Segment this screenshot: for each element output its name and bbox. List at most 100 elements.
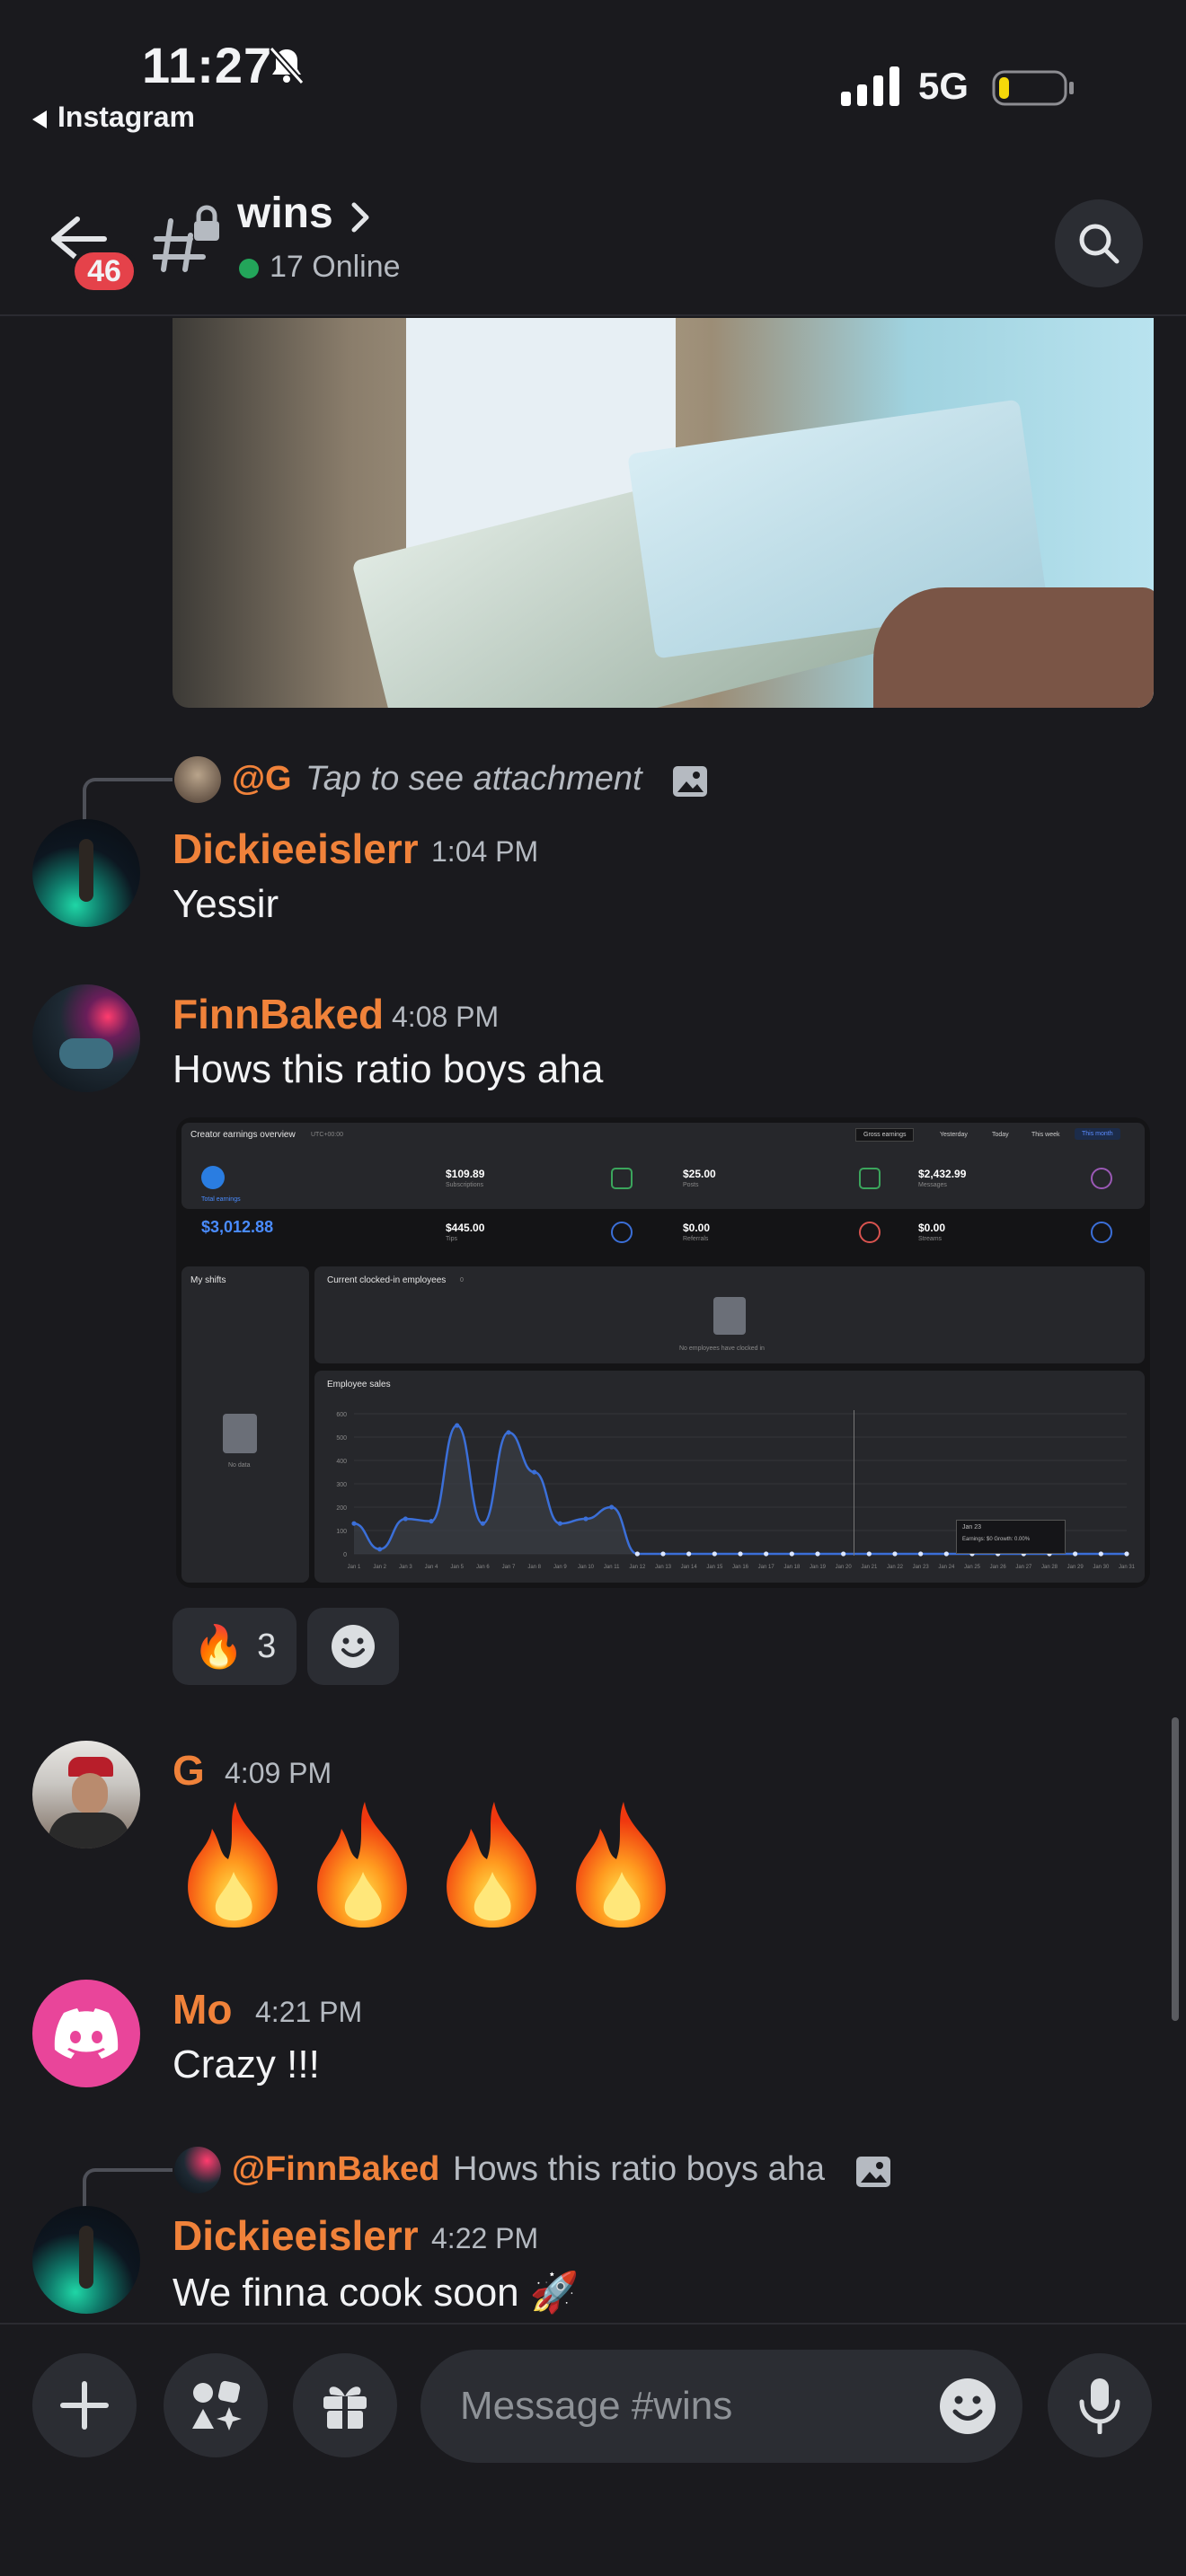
sales-point <box>841 1551 846 1557</box>
message-timestamp: 4:09 PM <box>225 1757 332 1789</box>
sales-point <box>532 1469 537 1475</box>
no-data-text: No data <box>228 1462 251 1469</box>
y-tick-label: 0 <box>343 1552 347 1558</box>
y-tick-label: 400 <box>336 1459 347 1465</box>
reply-preview[interactable]: Tap to see attachment <box>305 760 642 798</box>
avatar[interactable] <box>32 1741 140 1848</box>
clocked-in-count: 0 <box>460 1277 464 1284</box>
sales-point <box>789 1551 794 1557</box>
sales-point <box>506 1430 511 1435</box>
chart-tooltip: Jan 23 Earnings: $0 Growth: 0.00% <box>956 1520 1066 1554</box>
streams-icon <box>1091 1222 1112 1243</box>
x-tick-label: Jan 20 <box>836 1565 853 1570</box>
message-author[interactable]: FinnBaked <box>173 990 384 1038</box>
x-tick-label: Jan 28 <box>1041 1565 1058 1570</box>
x-tick-label: Jan 6 <box>476 1565 490 1570</box>
gift-button[interactable] <box>293 2353 397 2457</box>
x-tick-label: Jan 16 <box>732 1565 749 1570</box>
clocked-in-title: Current clocked-in employees <box>327 1275 447 1285</box>
reply-connector <box>83 778 173 821</box>
stat-label: Posts <box>683 1182 699 1188</box>
voice-message-button[interactable] <box>1048 2353 1152 2457</box>
y-tick-label: 100 <box>336 1529 347 1535</box>
referrals-icon <box>859 1222 881 1243</box>
back-app-label: Instagram <box>58 101 195 133</box>
x-tick-label: Jan 12 <box>629 1565 646 1570</box>
message-author[interactable]: Mo <box>173 1985 232 2033</box>
fire-reaction[interactable]: 🔥 3 <box>173 1608 296 1685</box>
sales-point <box>918 1551 924 1557</box>
x-tick-label: Jan 19 <box>810 1565 827 1570</box>
avatar[interactable] <box>32 1980 140 2087</box>
x-tick-label: Jan 2 <box>373 1565 386 1570</box>
reply-author[interactable]: @G <box>232 760 292 798</box>
emoji-picker-icon[interactable] <box>938 2377 997 2436</box>
x-tick-label: Jan 24 <box>938 1565 955 1570</box>
gift-icon <box>323 2386 367 2429</box>
sales-point <box>351 1521 357 1526</box>
message-author[interactable]: Dickieeislerr <box>173 2211 419 2260</box>
tooltip-date: Jan 23 <box>962 1524 982 1531</box>
stat-label: Streams <box>918 1236 943 1242</box>
microphone-icon <box>1079 2378 1120 2434</box>
reply-preview[interactable]: Hows this ratio boys aha <box>453 2150 825 2189</box>
my-shifts-title: My shifts <box>190 1275 226 1285</box>
dashboard-screenshot-attachment[interactable]: Creator earnings overview UTC+00:00 Gros… <box>176 1117 1150 1588</box>
x-tick-label: Jan 10 <box>578 1565 595 1570</box>
search-button[interactable] <box>1055 199 1143 287</box>
x-tick-label: Jan 15 <box>706 1565 723 1570</box>
posts-icon <box>859 1168 881 1189</box>
x-tick-label: Jan 7 <box>502 1565 516 1570</box>
reply-author[interactable]: @FinnBaked <box>232 2150 439 2189</box>
empty-document-icon <box>223 1414 257 1453</box>
online-count: 17 Online <box>270 250 401 284</box>
x-tick-label: Jan 31 <box>1119 1565 1136 1570</box>
dashboard-timezone: UTC+00:00 <box>311 1132 343 1138</box>
x-tick-label: Jan 23 <box>913 1565 930 1570</box>
apps-button[interactable] <box>164 2353 268 2457</box>
x-tick-label: Jan 25 <box>964 1565 981 1570</box>
x-tick-label: Jan 17 <box>758 1565 775 1570</box>
sales-point <box>1124 1551 1129 1557</box>
x-tick-label: Jan 29 <box>1067 1565 1084 1570</box>
chat-scrollbar[interactable] <box>1172 1717 1179 2021</box>
message-timestamp: 4:22 PM <box>431 2222 539 2254</box>
message-text: We finna cook soon 🚀 <box>173 2271 580 2315</box>
chevron-right-icon[interactable] <box>349 199 372 235</box>
stat-value: $25.00 <box>683 1168 716 1180</box>
attach-button[interactable] <box>32 2353 137 2457</box>
x-tick-label: Jan 30 <box>1093 1565 1110 1570</box>
image-icon <box>856 2157 890 2187</box>
x-tick-label: Jan 9 <box>553 1565 567 1570</box>
stat-value: $445.00 <box>446 1222 485 1234</box>
image-hand <box>873 587 1154 708</box>
sales-point <box>1073 1551 1078 1557</box>
unread-badge: 46 <box>70 248 138 295</box>
tab-this-week: This week <box>1031 1132 1060 1138</box>
message-placeholder: Message #wins <box>460 2384 733 2428</box>
channel-name[interactable]: wins <box>237 189 333 238</box>
money-gif-attachment[interactable] <box>173 318 1154 708</box>
avatar[interactable] <box>32 984 140 1092</box>
message-input[interactable]: Message #wins <box>420 2350 1022 2463</box>
add-reaction-button[interactable] <box>307 1608 399 1685</box>
sales-point <box>583 1516 589 1522</box>
stat-value: $109.89 <box>446 1168 485 1180</box>
tips-icon <box>611 1222 633 1243</box>
message-timestamp: 1:04 PM <box>431 835 539 868</box>
dashboard-title: Creator earnings overview <box>190 1130 296 1140</box>
back-to-app-link[interactable]: Instagram <box>32 101 195 134</box>
sales-point <box>1098 1551 1103 1557</box>
x-tick-label: Jan 5 <box>450 1565 464 1570</box>
no-employees-text: No employees have clocked in <box>679 1345 765 1352</box>
message-author[interactable]: Dickieeislerr <box>173 825 419 873</box>
employee-sales-chart: 0 100 200 300 400 500 600 Jan 1 Jan 2 Jan 3 Jan 4 J… <box>336 1412 1136 1570</box>
x-tick-label: Jan 8 <box>527 1565 541 1570</box>
avatar[interactable] <box>32 2206 140 2314</box>
subscriptions-icon <box>611 1168 633 1189</box>
message-author[interactable]: G <box>173 1746 205 1795</box>
messages-icon <box>1091 1168 1112 1189</box>
fire-emojis-icon <box>188 1802 666 1928</box>
avatar[interactable] <box>32 819 140 927</box>
sales-point <box>764 1551 769 1557</box>
